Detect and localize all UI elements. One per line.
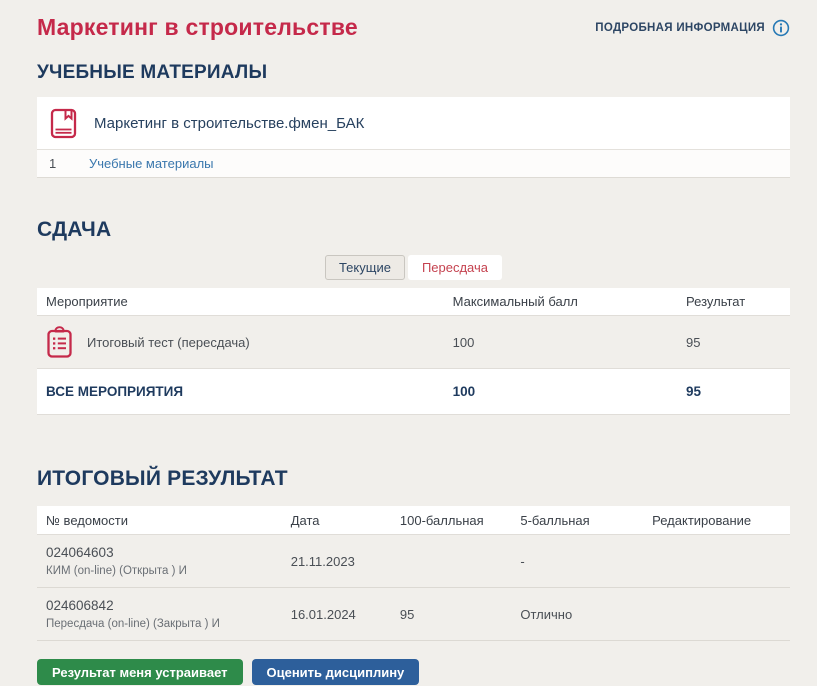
col-result: Результат: [677, 294, 790, 309]
detailed-info-link[interactable]: ПОДРОБНАЯ ИНФОРМАЦИЯ: [595, 19, 790, 37]
col-max-score: Максимальный балл: [444, 294, 677, 309]
book-icon: [49, 108, 78, 139]
materials-heading: УЧЕБНЫЕ МАТЕРИАЛЫ: [37, 62, 790, 84]
table-row: 024606842 Пересдача (on-line) (Закрыта )…: [37, 588, 790, 641]
col-event: Мероприятие: [37, 294, 444, 309]
sheet-type: Пересдача (on-line) (Закрыта ) И: [46, 618, 282, 630]
submission-table-header: Мероприятие Максимальный балл Результат: [37, 288, 790, 316]
all-events-total-row: ВСЕ МЕРОПРИЯТИЯ 100 95: [37, 369, 790, 415]
page-title: Маркетинг в строительстве: [37, 14, 358, 41]
sheet-score100: 95: [391, 607, 511, 622]
action-buttons: Результат меня устраивает Оценить дисцип…: [37, 659, 790, 685]
detailed-info-label: ПОДРОБНАЯ ИНФОРМАЦИЯ: [595, 22, 765, 34]
sheet-type: КИМ (on-line) (Открыта ) И: [46, 565, 282, 577]
total-result: 95: [677, 384, 790, 399]
page-header: Маркетинг в строительстве ПОДРОБНАЯ ИНФО…: [37, 14, 790, 41]
accept-result-button[interactable]: Результат меня устраивает: [37, 659, 243, 685]
total-label: ВСЕ МЕРОПРИЯТИЯ: [37, 384, 444, 399]
event-name: Итоговый тест (пересдача): [87, 335, 250, 350]
test-clipboard-icon: [46, 326, 73, 359]
sheet-number: 024064603: [46, 545, 282, 560]
submission-table: Мероприятие Максимальный балл Результат: [37, 288, 790, 415]
tab-retake[interactable]: Пересдача: [408, 255, 502, 280]
course-page: Маркетинг в строительстве ПОДРОБНАЯ ИНФО…: [0, 0, 817, 685]
final-table-header: № ведомости Дата 100-балльная 5-балльная…: [37, 506, 790, 535]
final-result-heading: ИТОГОВЫЙ РЕЗУЛЬТАТ: [37, 467, 790, 491]
col-sheet-number: № ведомости: [37, 513, 282, 528]
sheet-number: 024606842: [46, 598, 282, 613]
sheet-date: 21.11.2023: [282, 554, 391, 569]
sheet-date: 16.01.2024: [282, 607, 391, 622]
materials-list-item[interactable]: 1 Учебные материалы: [37, 149, 790, 177]
tab-current[interactable]: Текущие: [325, 255, 405, 280]
table-row: 024064603 КИМ (on-line) (Открыта ) И 21.…: [37, 535, 790, 588]
materials-row-link[interactable]: Учебные материалы: [89, 156, 214, 171]
course-file-link[interactable]: Маркетинг в строительстве.фмен_БАК: [94, 115, 364, 132]
col-100-scale: 100-балльная: [391, 513, 511, 528]
submission-heading: СДАЧА: [37, 218, 790, 242]
event-result: 95: [677, 335, 790, 350]
sheet-score5: -: [511, 554, 643, 569]
sheet-score5: Отлично: [511, 607, 643, 622]
event-max-score: 100: [444, 335, 677, 350]
total-max-score: 100: [444, 384, 677, 399]
materials-row-number: 1: [49, 156, 89, 171]
final-result-table: № ведомости Дата 100-балльная 5-балльная…: [37, 506, 790, 641]
rate-discipline-button[interactable]: Оценить дисциплину: [252, 659, 420, 685]
submission-tabs: Текущие Пересдача: [37, 255, 790, 280]
info-icon[interactable]: [772, 19, 790, 37]
materials-card: Маркетинг в строительстве.фмен_БАК 1 Уче…: [37, 97, 790, 178]
col-5-scale: 5-балльная: [511, 513, 643, 528]
course-file-row[interactable]: Маркетинг в строительстве.фмен_БАК: [37, 97, 790, 149]
col-editing: Редактирование: [643, 513, 790, 528]
col-date: Дата: [282, 513, 391, 528]
table-row[interactable]: Итоговый тест (пересдача) 100 95: [37, 316, 790, 369]
